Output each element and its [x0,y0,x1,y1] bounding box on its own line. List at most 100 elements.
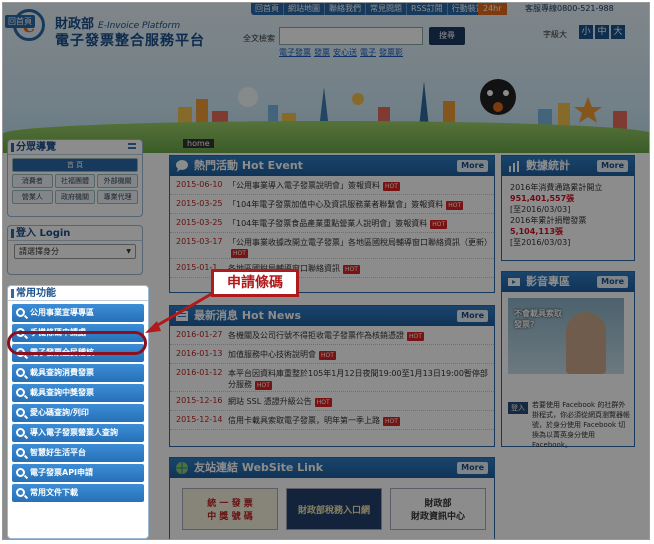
links-header: 友站連結 WebSite Link More [170,458,494,478]
quicklink[interactable]: 發票 [314,47,330,58]
video-more-button[interactable]: More [597,276,628,288]
list-item[interactable]: 2015-12-14 信用卡載具索取電子發票，明年第一季上路 HOT [170,411,494,430]
item-date: 2015-06-10 [176,180,223,189]
item-title-text: 加值服務中心技術說明會 [228,350,316,359]
fontsize-large-button[interactable]: 大 [611,25,625,39]
common-item-label: 智慧好生活平台 [30,448,86,457]
speech-bubble-icon [176,160,188,172]
item-title: 本平台因資料庫重整於105年1月12日夜間19:00至1月13日19:00暫停部… [228,368,494,390]
hot-badge: HOT [255,381,272,390]
list-item[interactable]: 2015-03-17 「公用事業收據改開立電子發票」各地區國稅局輔導窗口聯絡資訊（… [170,233,494,259]
topnav-faq[interactable]: 常見問題 [366,3,407,15]
home-tab[interactable]: 回首頁 [5,15,35,28]
hot-badge: HOT [430,220,448,229]
quicklink[interactable]: 電子 [360,47,376,58]
list-item[interactable]: 2016-01-12 本平台因資料庫重整於105年1月12日夜間19:00至1月1… [170,364,494,392]
item-title-text: 「104年電子發票加值中心及資訊服務業者聯繫會」簽報資料 [228,200,444,209]
highlight-ring [7,331,147,355]
hot-badge: HOT [319,351,336,360]
quicklink[interactable]: 安心送 [333,47,357,58]
common-item-api[interactable]: 電子發票API申請 [12,464,144,482]
category-external-agency[interactable]: 外部機關 [97,174,138,188]
search-icon [16,308,25,317]
topnav-home[interactable]: 回首頁 [251,3,284,15]
item-title-text: 信用卡載具索取電子發票，明年第一季上路 [228,416,380,425]
quicklink[interactable]: 電子發票 [279,47,311,58]
common-item-carrier-winning[interactable]: 載具查詢中獎發票 [12,384,144,402]
list-item[interactable]: 2015-03-25 「104年電子發票食品產業重點營業人說明會」簽報資料 HOT [170,214,494,233]
link-tile-lottery[interactable]: 統 一 發 票 中 獎 號 碼 [182,488,278,530]
item-date: 2015-03-25 [176,199,223,208]
item-date: 2015-12-14 [176,415,223,424]
login-panel: 登入 Login 請選擇身分 [7,225,143,275]
list-item[interactable]: 2015-06-10 「公用事業導入電子發票說明會」簽報資料 HOT [170,176,494,195]
topnav-rss[interactable]: RSS訂閱 [407,3,448,15]
topnav-contact[interactable]: 聯絡我們 [325,3,366,15]
stat-date: [至2016/03/03] [510,205,571,214]
item-title: 「104年電子發票食品產業重點營業人說明會」簽報資料 HOT [228,218,494,229]
list-item[interactable]: 2015-03-25 「104年電子發票加值中心及資訊服務業者聯繫會」簽報資料 HO… [170,195,494,214]
common-item-utility[interactable]: 公用事業宣導專區 [12,304,144,322]
identity-select[interactable]: 請選擇身分 [14,244,136,259]
list-item[interactable]: 2016-01-13 加值服務中心技術說明會 HOT [170,345,494,364]
quicklink[interactable]: 發票影 [379,47,403,58]
search-icon [16,408,25,417]
fontsize-small-button[interactable]: 小 [579,25,593,39]
facebook-login-button[interactable]: 登入 [508,402,528,414]
link-tile-fia[interactable]: 財政部 財政資訊中心 [390,488,486,530]
common-item-carrier-invoice[interactable]: 載具查詢消費發票 [12,364,144,382]
item-title-text: 網站 SSL 憑證升級公告 [228,397,312,406]
topnav-sitemap[interactable]: 網站地圖 [284,3,325,15]
category-tabs: 首 頁 消費者 社福團體 外部機關 營業人 政府機關 專業代理 [8,155,142,207]
stats-title: 數據統計 [526,159,570,172]
news-more-button[interactable]: More [457,310,488,322]
category-business[interactable]: 營業人 [12,190,53,204]
stat-date: [至2016/03/03] [510,238,571,247]
hot-event-more-button[interactable]: More [457,160,488,172]
category-consumer[interactable]: 消費者 [12,174,53,188]
category-agent[interactable]: 專業代理 [97,190,138,204]
search-button[interactable]: 搜尋 [429,27,465,45]
item-title: 「104年電子發票加值中心及資訊服務業者聯繫會」簽報資料 HOT [228,199,494,210]
search-icon [16,428,25,437]
common-item-love-code[interactable]: 愛心碼查詢/列印 [12,404,144,422]
login-title: 登入 Login [8,226,142,241]
category-social-welfare[interactable]: 社福團體 [54,174,96,188]
hot-badge: HOT [446,201,464,210]
fontsize-medium-button[interactable]: 中 [595,25,609,39]
callout-arrow-icon [145,291,214,333]
hotline-text: 客服專線0800-521-988 [525,4,614,13]
video-thumbnail[interactable]: 不會載具索取 發票？ [508,298,624,374]
category-home[interactable]: 首 頁 [12,158,138,172]
video-title: 影音專區 [526,275,570,288]
link-tile-tax-portal[interactable]: 財政部稅務入口網 [286,488,382,530]
list-item[interactable]: 2015-12-16 網站 SSL 憑證升級公告 HOT [170,392,494,411]
links-more-button[interactable]: More [457,462,488,474]
item-date: 2015-12-16 [176,396,223,405]
search-icon [16,488,25,497]
common-item-downloads[interactable]: 常用文件下載 [12,484,144,502]
hot-event-header: 熱門活動 Hot Event More [170,156,494,176]
search-icon [16,368,25,377]
menu-icon[interactable] [128,143,136,149]
hot-badge: HOT [314,398,332,407]
item-title: 各機關及公司行號不得拒收電子發票作為核銷憑證 HOT [228,330,494,341]
stat-label: 2016年消費通路累計開立 [510,183,603,192]
search-input[interactable] [279,27,423,45]
common-item-smart-life[interactable]: 智慧好生活平台 [12,444,144,462]
breadcrumb[interactable]: home [183,139,214,148]
category-panel: 分眾導覽 首 頁 消費者 社福團體 外部機關 營業人 政府機關 專業代理 [7,139,143,217]
common-functions-panel: 常用功能 公用事業宣導專區 手機條碼申請處 電子發票全民稽核 載具查詢消費發票 … [7,285,149,539]
badge-24hr: 24hr [478,3,507,15]
common-functions-title: 常用功能 [8,286,148,301]
category-government[interactable]: 政府機關 [54,190,96,204]
item-title-text: 「104年電子發票食品產業重點營業人說明會」簽報資料 [228,219,428,228]
common-item-label: 導入電子發票營業人查詢 [30,428,118,437]
item-date: 2016-01-13 [176,349,223,358]
item-title-text: 各機關及公司行號不得拒收電子發票作為核銷憑證 [228,331,404,340]
stats-more-button[interactable]: More [597,160,628,172]
site-header: e 回首頁 財政部E-Invoice Platform 電子發票整合服務平台 回… [3,3,649,153]
common-item-label: 電子發票API申請 [30,468,94,477]
common-item-business-query[interactable]: 導入電子發票營業人查詢 [12,424,144,442]
facebook-notice: 若要使用 Facebook 的社群外掛程式，你必須從網頁瀏覽器帳號，於身分使用 … [532,401,630,449]
